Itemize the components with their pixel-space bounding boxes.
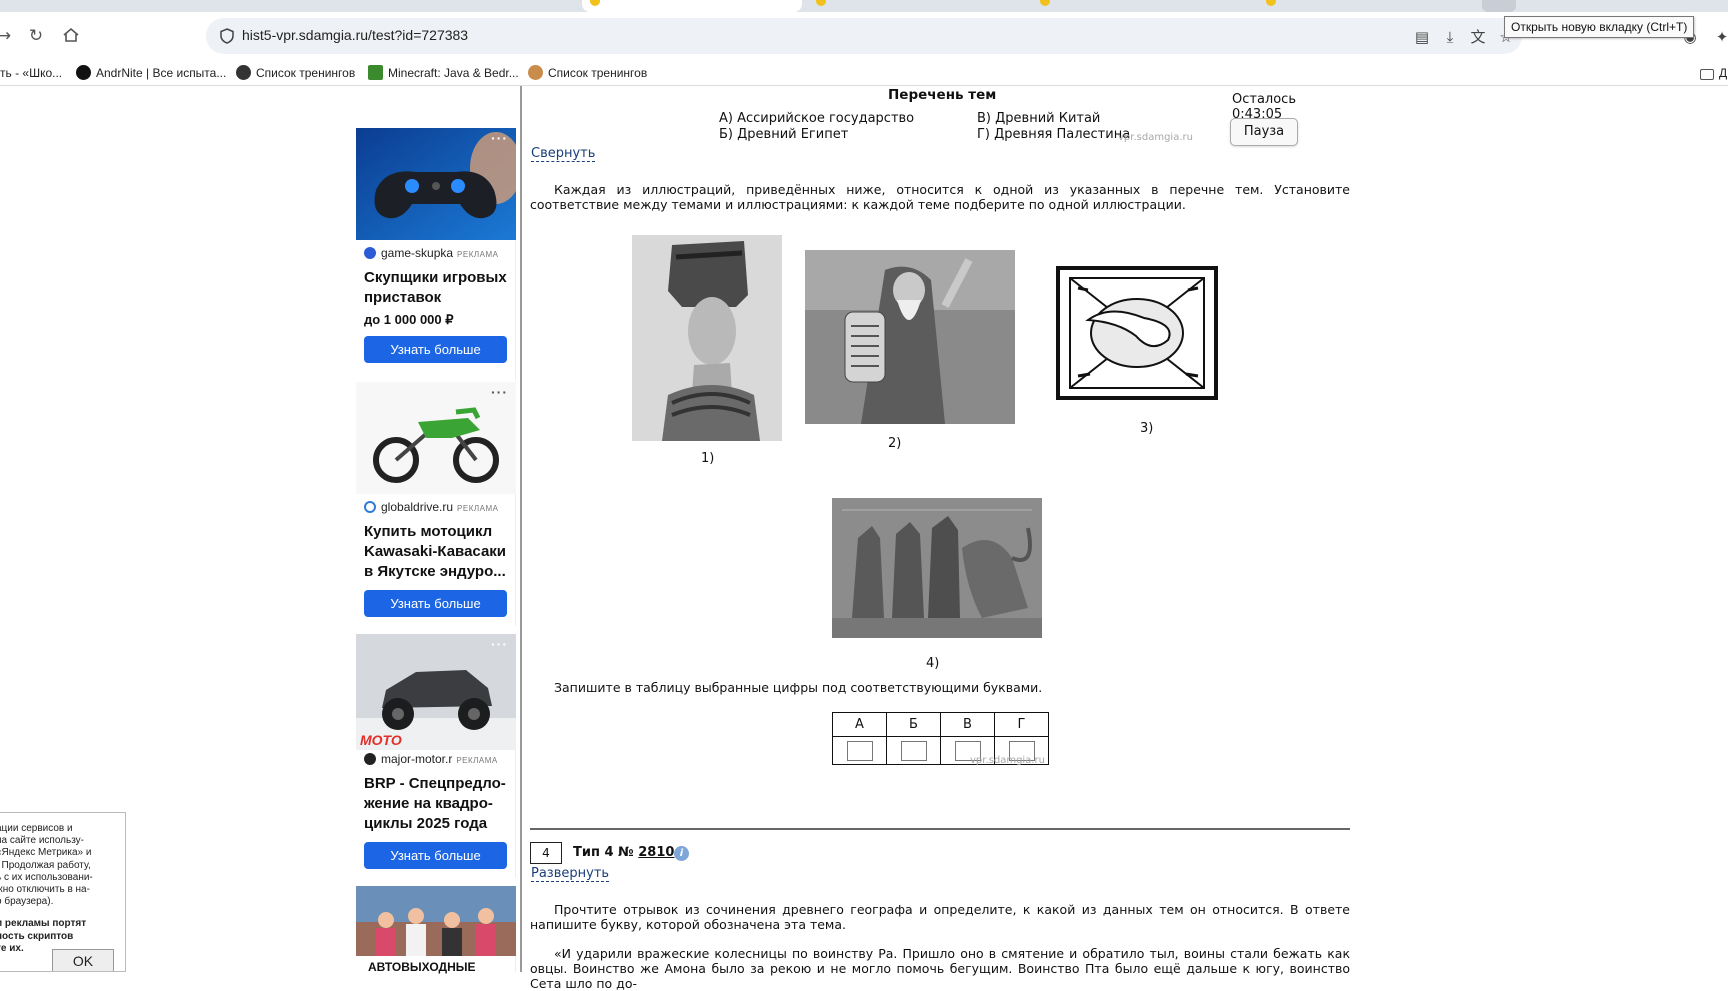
illustration-2 — [805, 250, 1015, 424]
ad-learn-more-button[interactable]: Узнать больше — [364, 336, 507, 363]
ad-card[interactable]: ··· game-skupka РЕКЛАМА Скупщики игровых … — [356, 128, 516, 380]
browser-toolbar: → ↻ hist5-vpr.sdamgia.ru/test?id=727383 … — [0, 12, 1728, 60]
tab-strip — [0, 0, 1728, 12]
illustration-4-caption: 4) — [926, 656, 940, 671]
illustration-3-caption: 3) — [1140, 421, 1154, 436]
advertiser-logo-icon — [364, 247, 376, 259]
tab-favicon — [816, 0, 826, 6]
collapse-link[interactable]: Свернуть — [531, 146, 596, 162]
cookie-ok-button[interactable]: OK — [52, 949, 114, 971]
task-id-link[interactable]: 2810 — [638, 845, 674, 860]
bookmark-folder[interactable]: Д — [1700, 65, 1727, 81]
ad-card[interactable]: ··· globaldrive.ru РЕКЛАМА Купить мотоцик… — [356, 382, 516, 626]
active-tab[interactable] — [582, 0, 802, 12]
ad-menu-icon[interactable]: ··· — [491, 636, 508, 652]
illustration-3 — [1048, 258, 1226, 406]
minecraft-icon — [368, 65, 383, 80]
answer-input-a[interactable] — [846, 740, 873, 761]
address-bar[interactable]: hist5-vpr.sdamgia.ru/test?id=727383 ▤ ⤓ … — [206, 18, 1522, 54]
watermark: vpr.sdamgia.ru — [970, 755, 1045, 766]
tab-favicon — [1040, 0, 1050, 6]
download-icon[interactable]: ⤓ — [1440, 27, 1460, 47]
url-text[interactable]: hist5-vpr.sdamgia.ru/test?id=727383 — [242, 27, 468, 43]
bookmark-item[interactable]: AndrNite | Все испыта... — [76, 65, 226, 81]
reader-mode-icon[interactable]: ▤ — [1412, 27, 1432, 47]
illustration-4 — [832, 498, 1042, 638]
ad-card[interactable]: АВТОВЫХОДНЫЕ — [356, 886, 516, 974]
column-divider — [520, 86, 522, 972]
translate-icon[interactable]: 文 — [1468, 27, 1488, 47]
bookmark-item[interactable]: ть - «Шко... — [0, 65, 62, 81]
table-instruction: Запишите в таблицу выбранные цифры под с… — [554, 680, 1043, 695]
ad-image-event[interactable] — [356, 886, 516, 956]
expand-link[interactable]: Развернуть — [531, 866, 610, 882]
info-icon[interactable]: i — [674, 846, 689, 861]
cookie-text: ации сервисов и на сайте использу- «Янде… — [0, 823, 93, 908]
answer-header-a: А — [832, 712, 887, 737]
ad-title[interactable]: Купить мотоцикл Kawasaki-Кавасаки в Якут… — [364, 522, 507, 582]
ad-price: до 1 000 000 ₽ — [364, 312, 454, 327]
ad-image-motorcycle[interactable]: ··· — [356, 382, 516, 494]
ad-menu-icon[interactable]: ··· — [491, 130, 508, 146]
bookmark-item[interactable]: Minecraft: Java & Bedr... — [368, 65, 519, 81]
next-task-instruction: Прочтите отрывок из сочинения древнего г… — [530, 902, 1350, 932]
ad-menu-icon[interactable]: ··· — [491, 384, 508, 400]
ad-title[interactable]: Скупщики игровых приставок — [364, 268, 507, 308]
illustration-2-caption: 2) — [888, 436, 902, 451]
new-tab-tooltip: Открыть новую вкладку (Ctrl+T) — [1504, 16, 1695, 38]
ad-image-caption: MOTO — [360, 732, 402, 748]
bookmark-item[interactable]: Список тренингов — [236, 65, 355, 81]
task-instruction: Каждая из иллюстраций, приведённых ниже,… — [530, 182, 1350, 212]
bookmark-favicon — [528, 65, 543, 80]
cookie-banner: ации сервисов и на сайте использу- «Янде… — [0, 812, 126, 972]
shield-icon[interactable] — [218, 27, 236, 45]
folder-icon — [1700, 69, 1714, 80]
ad-title[interactable]: BRP - Спецпредло-жение на квадро-циклы 2… — [364, 774, 507, 834]
answer-cell — [832, 736, 887, 765]
task-separator — [530, 828, 1350, 830]
topic-a: А) Ассирийское государство — [719, 111, 915, 126]
answer-input-b[interactable] — [900, 740, 927, 761]
topic-b: Б) Древний Египет — [719, 127, 849, 142]
ad-image-gamepad[interactable]: ··· — [356, 128, 516, 240]
watermark: vpr.sdamgia.ru — [1118, 132, 1193, 143]
bookmark-favicon — [236, 65, 251, 80]
topics-title: Перечень тем — [888, 87, 997, 103]
bookmark-favicon — [76, 65, 91, 80]
ad-source[interactable]: major-motor.r РЕКЛАМА — [364, 752, 507, 768]
answer-header-b: Б — [886, 712, 941, 737]
topic-g: Г) Древняя Палестина — [977, 127, 1131, 142]
pause-button[interactable]: Пауза — [1230, 118, 1298, 146]
illustration-1-caption: 1) — [701, 451, 715, 466]
task-type: Тип 4 № 2810 — [573, 845, 675, 860]
home-icon[interactable] — [61, 26, 81, 46]
topic-v: В) Древний Китай — [977, 111, 1101, 126]
reload-icon[interactable]: ↻ — [26, 26, 46, 46]
new-tab-button[interactable] — [1482, 0, 1516, 12]
bookmark-item[interactable]: Список тренингов — [528, 65, 647, 81]
ad-card[interactable]: MOTO ··· major-motor.r РЕКЛАМА BRP - Спец… — [356, 634, 516, 878]
bookmarks-bar: ть - «Шко... AndrNite | Все испыта... Сп… — [0, 60, 1728, 86]
answer-header-g: Г — [994, 712, 1049, 737]
answer-header-v: В — [940, 712, 995, 737]
illustration-1 — [632, 235, 782, 441]
advertiser-logo-icon — [364, 501, 376, 513]
answer-cell — [886, 736, 941, 765]
ad-learn-more-button[interactable]: Узнать больше — [364, 842, 507, 869]
ad-learn-more-button[interactable]: Узнать больше — [364, 590, 507, 617]
ad-image-atv[interactable]: MOTO ··· — [356, 634, 516, 750]
forward-icon[interactable]: → — [0, 26, 14, 46]
tab-favicon — [1266, 0, 1276, 6]
next-task-quote: «И ударили вражеские колесницы по воинст… — [530, 946, 1350, 991]
ad-source[interactable]: globaldrive.ru РЕКЛАМА — [364, 500, 507, 516]
task-number: 4 — [530, 842, 562, 864]
task-content: Перечень тем А) Ассирийское государство … — [530, 86, 1350, 991]
advertiser-logo-icon — [364, 753, 376, 765]
ad-source[interactable]: game-skupka РЕКЛАМА — [364, 246, 507, 262]
extensions-icon[interactable]: ✦ — [1712, 27, 1728, 47]
